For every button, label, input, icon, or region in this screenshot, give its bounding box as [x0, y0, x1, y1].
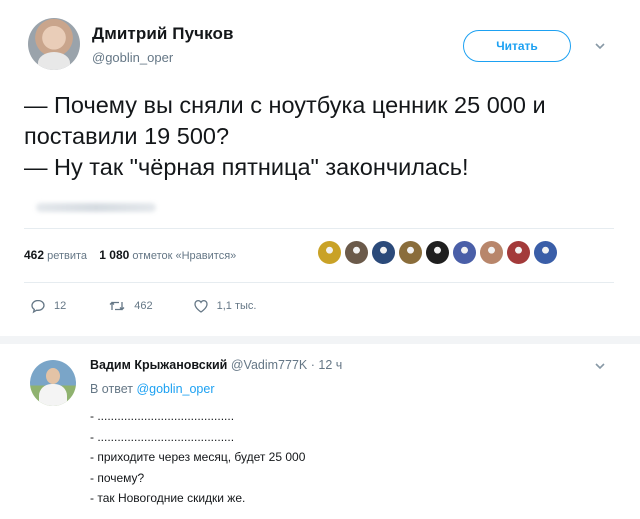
reply-time[interactable]: · 12 ч [311, 358, 343, 372]
likes-action-count: 1,1 тыс. [216, 300, 257, 312]
tweet-text-line: — Почему вы сняли с ноутбука ценник 25 0… [24, 92, 546, 149]
like-action[interactable]: 1,1 тыс. [193, 298, 257, 314]
tweet-separator [0, 336, 640, 344]
in-reply-to: В ответ @goblin_oper [90, 382, 215, 396]
reply-author-name[interactable]: Вадим Крыжановский [90, 358, 227, 372]
retweets-label[interactable]: ретвита [47, 250, 87, 262]
reply-author-handle[interactable]: @Vadim777K [231, 358, 307, 372]
tweet-actions: 12 462 1,1 тыс. [30, 298, 286, 314]
liker-avatar[interactable] [507, 241, 530, 264]
main-tweet: Дмитрий Пучков @goblin_oper Читать — Поч… [0, 0, 640, 336]
divider [24, 282, 614, 283]
chevron-down-icon[interactable] [594, 40, 606, 52]
heart-icon [193, 299, 208, 313]
likers-avatars [318, 241, 557, 267]
reply-text-line: - так Новогодние скидки же. [90, 491, 246, 505]
liker-avatar[interactable] [426, 241, 449, 264]
reply-action[interactable]: 12 [30, 298, 66, 314]
retweet-icon [109, 301, 125, 311]
reply-text-line: - ......................................… [90, 409, 235, 423]
retweet-action[interactable]: 462 [108, 298, 153, 314]
likes-label[interactable]: отметок «Нравится» [132, 250, 236, 262]
liker-avatar[interactable] [399, 241, 422, 264]
blurred-timestamp [36, 203, 156, 212]
reply-text: - ......................................… [90, 406, 305, 509]
reply-text-line: - приходите через месяц, будет 25 000 [90, 450, 306, 464]
retweets-action-count: 462 [134, 300, 153, 312]
author-handle[interactable]: @goblin_oper [92, 50, 173, 65]
tweet-stats: 462 ретвита 1 080 отметок «Нравится» [24, 248, 236, 262]
tweet-text: — Почему вы сняли с ноутбука ценник 25 0… [24, 90, 614, 183]
likes-count[interactable]: 1 080 [99, 248, 129, 262]
liker-avatar[interactable] [480, 241, 503, 264]
reply-author-avatar[interactable] [30, 360, 76, 406]
retweets-count[interactable]: 462 [24, 248, 44, 262]
reply-text-line: - ......................................… [90, 429, 235, 444]
chevron-down-icon[interactable] [594, 360, 606, 372]
reply-tweet: Вадим Крыжановский @Vadim777K · 12 ч В о… [0, 344, 640, 519]
reply-icon [31, 299, 45, 314]
author-avatar[interactable] [28, 18, 80, 70]
liker-avatar[interactable] [453, 241, 476, 264]
reply-header: Вадим Крыжановский @Vadim777K · 12 ч [90, 358, 342, 372]
in-reply-prefix: В ответ [90, 382, 133, 396]
author-name[interactable]: Дмитрий Пучков [92, 24, 234, 44]
reply-text-line: - почему? [90, 470, 145, 485]
divider [24, 228, 614, 229]
liker-avatar[interactable] [372, 241, 395, 264]
liker-avatar[interactable] [534, 241, 557, 264]
follow-button[interactable]: Читать [463, 30, 571, 62]
liker-avatar[interactable] [318, 241, 341, 264]
liker-avatar[interactable] [345, 241, 368, 264]
in-reply-mention[interactable]: @goblin_oper [136, 382, 214, 396]
replies-count: 12 [54, 300, 67, 312]
tweet-text-line: — Ну так "чёрная пятница" закончилась! [24, 154, 469, 180]
